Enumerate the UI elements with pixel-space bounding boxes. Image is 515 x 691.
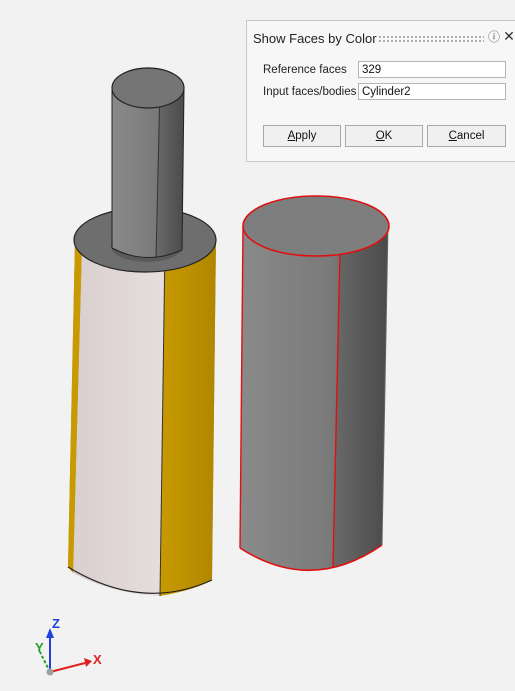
ok-button[interactable]: OK (345, 125, 423, 147)
reference-face (73, 244, 165, 596)
axis-triad: Z Y X (35, 616, 102, 676)
help-icon[interactable]: ⓘ (487, 30, 501, 44)
axis-z-label: Z (52, 616, 60, 631)
cancel-button[interactable]: Cancel (427, 125, 506, 147)
highlighted-face-right (160, 238, 216, 596)
input-faces-bodies-label: Input faces/bodies (263, 86, 357, 98)
show-faces-by-color-dialog[interactable]: Show Faces by Color ⓘ ✕ Reference faces … (246, 20, 515, 162)
apply-button[interactable]: Apply (263, 125, 341, 147)
reference-faces-field[interactable]: 329 (358, 61, 506, 78)
stepped-cylinder-body[interactable] (67, 67, 217, 597)
input-faces-bodies-field[interactable]: Cylinder2 (358, 83, 506, 100)
dialog-title: Show Faces by Color (253, 31, 377, 46)
axis-y-label: Y (35, 640, 44, 655)
cylinder2-body[interactable] (239, 195, 390, 572)
drag-handle[interactable] (378, 35, 484, 43)
axis-x-label: X (93, 652, 102, 667)
close-icon[interactable]: ✕ (502, 29, 515, 43)
reference-faces-label: Reference faces (263, 64, 347, 76)
